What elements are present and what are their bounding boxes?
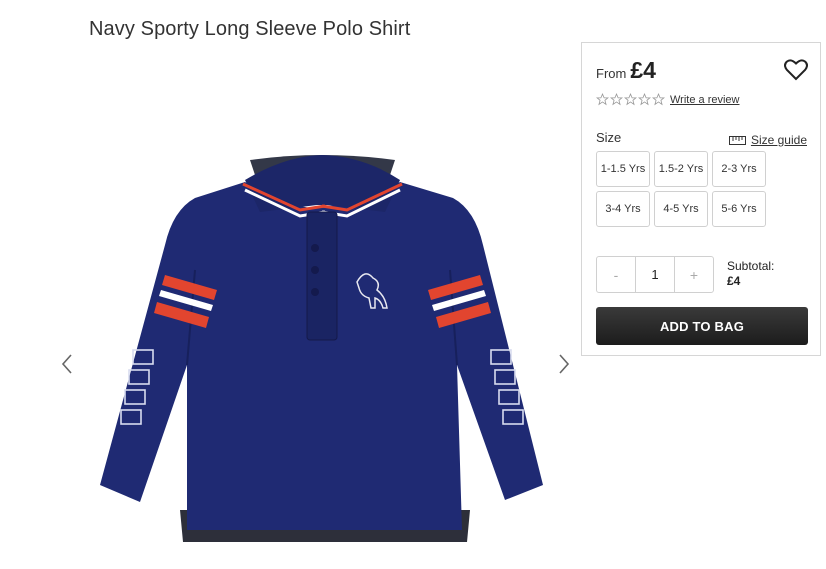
- purchase-panel: From £4 Write a review Size Size guide 1…: [581, 42, 821, 356]
- product-image: [100, 155, 543, 542]
- star-icon: [596, 93, 609, 106]
- star-icon: [610, 93, 623, 106]
- gallery-next-button[interactable]: [553, 350, 573, 378]
- price-prefix: From: [596, 66, 627, 81]
- star-rating: [596, 93, 665, 106]
- quantity-input[interactable]: 1: [635, 257, 675, 292]
- star-icon: [638, 93, 651, 106]
- heart-icon: [784, 59, 808, 81]
- price-value: £4: [630, 57, 656, 83]
- chevron-left-icon: [61, 354, 72, 374]
- size-option[interactable]: 1.5-2 Yrs: [654, 151, 708, 187]
- star-icon: [624, 93, 637, 106]
- write-review-link[interactable]: Write a review: [670, 94, 739, 106]
- subtotal-value: £4: [727, 274, 741, 288]
- subtotal: Subtotal: £4: [727, 259, 774, 289]
- chevron-right-icon: [559, 354, 570, 374]
- ruler-icon: [728, 135, 746, 145]
- wishlist-button[interactable]: [784, 59, 808, 81]
- star-icon: [652, 93, 665, 106]
- size-option[interactable]: 3-4 Yrs: [596, 191, 650, 227]
- size-guide-link[interactable]: Size guide: [728, 133, 807, 147]
- quantity-increment-button[interactable]: +: [675, 257, 713, 292]
- quantity-decrement-button[interactable]: -: [597, 257, 635, 292]
- size-option[interactable]: 1-1.5 Yrs: [596, 151, 650, 187]
- gallery-prev-button[interactable]: [58, 350, 78, 378]
- size-label: Size: [596, 130, 622, 145]
- price: From £4: [596, 57, 656, 84]
- size-option[interactable]: 4-5 Yrs: [654, 191, 708, 227]
- add-to-bag-button[interactable]: ADD TO BAG: [596, 307, 808, 345]
- size-options: 1-1.5 Yrs 1.5-2 Yrs 2-3 Yrs 3-4 Yrs 4-5 …: [596, 151, 771, 227]
- subtotal-label: Subtotal:: [727, 259, 775, 273]
- page-title: Navy Sporty Long Sleeve Polo Shirt: [89, 18, 411, 41]
- quantity-stepper: - 1 +: [596, 256, 714, 293]
- size-option[interactable]: 5-6 Yrs: [712, 191, 766, 227]
- size-option[interactable]: 2-3 Yrs: [712, 151, 766, 187]
- rating: Write a review: [596, 93, 739, 106]
- size-guide-label: Size guide: [750, 133, 807, 147]
